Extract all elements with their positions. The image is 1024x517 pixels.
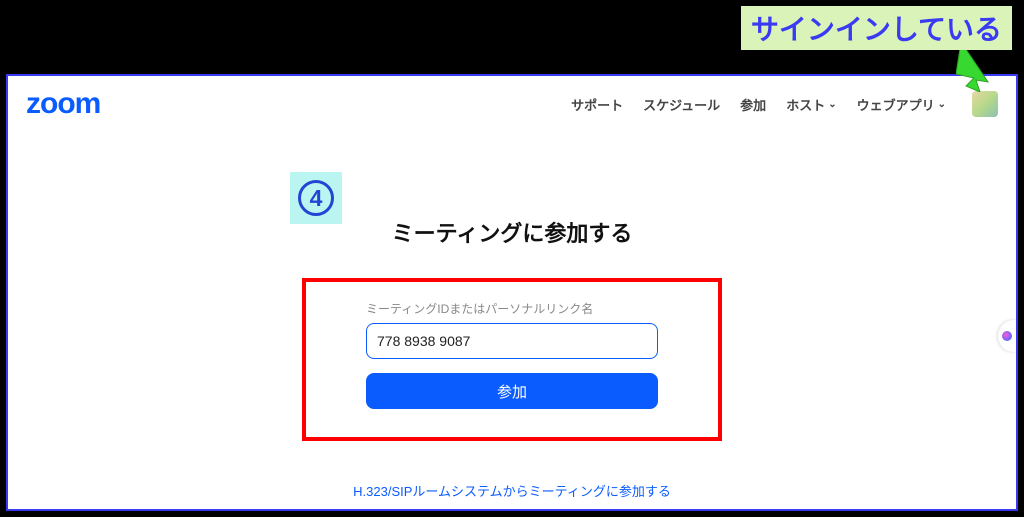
chevron-down-icon: ⌄ (828, 99, 836, 110)
join-button[interactable]: 参加 (366, 373, 658, 409)
step-badge: 4 (290, 172, 342, 224)
header-nav: サポート スケジュール 参加 ホスト ⌄ ウェブアプリ ⌄ (571, 91, 998, 117)
nav-webapp[interactable]: ウェブアプリ ⌄ (857, 95, 946, 114)
sparkle-icon (1002, 331, 1012, 341)
chevron-down-icon: ⌄ (938, 99, 946, 110)
nav-host-label: ホスト (786, 95, 825, 114)
annotation-arrow-icon (956, 42, 996, 97)
app-window: zoom サポート スケジュール 参加 ホスト ⌄ ウェブアプリ ⌄ 4 ミーテ… (6, 74, 1018, 511)
nav-support[interactable]: サポート (571, 95, 623, 114)
nav-schedule[interactable]: スケジュール (643, 95, 720, 114)
meeting-id-label: ミーティングIDまたはパーソナルリンク名 (366, 300, 658, 317)
page-title: ミーティングに参加する (8, 216, 1016, 248)
meeting-id-input[interactable] (366, 323, 658, 359)
zoom-logo[interactable]: zoom (26, 87, 100, 121)
join-form-highlight: ミーティングIDまたはパーソナルリンク名 参加 (302, 278, 722, 441)
annotation-signed-in-label: サインインしている (741, 6, 1012, 50)
nav-webapp-label: ウェブアプリ (857, 95, 935, 114)
main-content: 4 ミーティングに参加する ミーティングIDまたはパーソナルリンク名 参加 H.… (8, 128, 1016, 501)
nav-join[interactable]: 参加 (740, 95, 766, 114)
h323-sip-link[interactable]: H.323/SIPルームシステムからミーティングに参加する (353, 481, 671, 500)
app-header: zoom サポート スケジュール 参加 ホスト ⌄ ウェブアプリ ⌄ (8, 76, 1016, 128)
nav-host[interactable]: ホスト ⌄ (786, 95, 836, 114)
step-number: 4 (298, 180, 334, 216)
